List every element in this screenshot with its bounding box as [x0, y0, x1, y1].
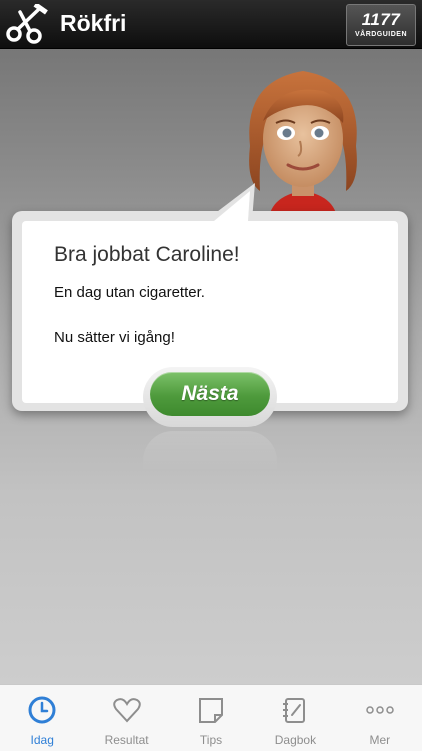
tab-label: Idag — [30, 733, 54, 747]
message-line-1: En dag utan cigaretter. — [54, 284, 205, 301]
heart-icon — [112, 698, 141, 723]
greeting-heading: Bra jobbat Caroline! — [54, 243, 240, 266]
more-icon — [366, 706, 394, 714]
tab-label: Dagbok — [274, 733, 317, 747]
clock-icon — [28, 696, 56, 724]
app-title: Rökfri — [60, 10, 127, 36]
note-icon — [199, 698, 224, 723]
tab-resultat[interactable]: Resultat — [84, 685, 168, 751]
tab-tips[interactable]: Tips — [169, 685, 253, 751]
logo-text: VÅRDGUIDEN — [354, 31, 408, 38]
logo-number: 1177 — [361, 10, 401, 29]
app-header: Rökfri 1177 VÅRDGUIDEN — [0, 0, 422, 49]
tab-bar: Idag Resultat Tips Dagbok Mer — [0, 684, 422, 751]
scissors-cigarette-icon — [6, 4, 48, 44]
tab-mer[interactable]: Mer — [338, 685, 422, 751]
tab-dagbok[interactable]: Dagbok — [253, 685, 337, 751]
button-reflection — [143, 431, 277, 471]
tab-label: Mer — [369, 733, 391, 747]
next-button[interactable]: Nästa — [150, 372, 270, 416]
tab-idag[interactable]: Idag — [0, 685, 84, 751]
vardguiden-logo[interactable]: 1177 VÅRDGUIDEN — [346, 4, 416, 46]
notebook-icon — [283, 698, 306, 723]
message-line-2: Nu sätter vi igång! — [54, 329, 175, 346]
tab-label: Tips — [199, 733, 223, 747]
next-button-frame: Nästa — [143, 367, 277, 427]
tab-label: Resultat — [104, 733, 149, 747]
speech-bubble-tail — [205, 183, 255, 221]
content-area: Bra jobbat Caroline! En dag utan cigaret… — [0, 49, 422, 684]
